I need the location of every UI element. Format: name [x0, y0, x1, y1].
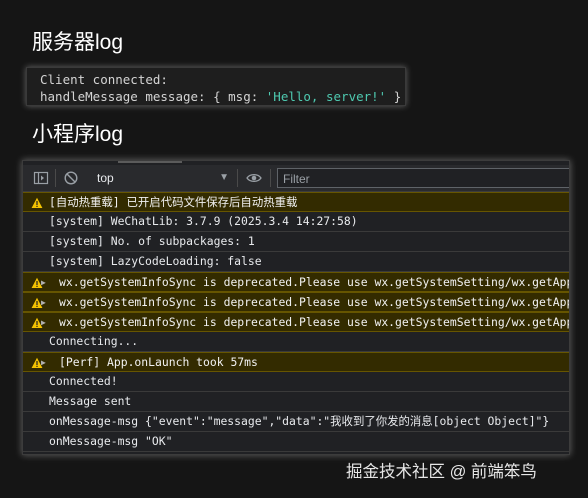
expand-triangle-icon[interactable]: ▶ [41, 313, 46, 332]
console-message-text: wx.getSystemInfoSync is deprecated.Pleas… [59, 315, 570, 329]
console-message-text: onMessage-msg {"event":"message","data":… [49, 414, 550, 428]
devtools-console: top ▼ Filter [自动热重载] 已开启代码文件保存后自动热重载 [sys… [22, 160, 570, 455]
watermark: 掘金技术社区 @ 前端笨鸟 [346, 463, 537, 481]
server-log-line: handleMessage message: { msg: 'Hello, se… [40, 89, 401, 104]
console-message-text: wx.getSystemInfoSync is deprecated.Pleas… [59, 275, 570, 289]
sidebar-toggle-icon[interactable] [33, 170, 49, 186]
console-log-row: Connected! [23, 372, 569, 392]
filter-input[interactable]: Filter [277, 168, 569, 188]
toolbar-divider [237, 169, 238, 187]
console-message-text: wx.getSystemInfoSync is deprecated.Pleas… [59, 295, 570, 309]
server-log-heading: 服务器log [32, 31, 124, 54]
console-message-text: [system] No. of subpackages: 1 [49, 234, 255, 248]
console-log-row: onMessage-msg {"event":"message","data":… [23, 412, 569, 432]
chevron-down-icon: ▼ [219, 172, 229, 183]
expand-triangle-icon[interactable]: ▶ [41, 273, 46, 292]
toolbar-divider [270, 169, 271, 187]
expand-triangle-icon[interactable]: ▶ [41, 293, 46, 312]
console-messages: [自动热重载] 已开启代码文件保存后自动热重载 [system] WeChatLi… [23, 192, 569, 452]
clear-console-icon[interactable] [63, 170, 79, 186]
console-message-text: Connected! [49, 374, 118, 388]
console-toolbar: top ▼ Filter [23, 165, 569, 192]
console-message-text: Connecting... [49, 334, 139, 348]
console-log-row: Connecting... [23, 332, 569, 352]
console-warning-row[interactable]: ▶ wx.getSystemInfoSync is deprecated.Plea… [23, 312, 569, 332]
console-message-text: [Perf] App.onLaunch took 57ms [59, 355, 258, 369]
warning-icon [31, 196, 43, 208]
console-message-text: onMessage-msg "OK" [49, 434, 173, 448]
console-warning-row: [自动热重载] 已开启代码文件保存后自动热重载 [23, 192, 569, 212]
console-log-row: [system] No. of subpackages: 1 [23, 232, 569, 252]
console-message-text: [system] WeChatLib: 3.7.9 (2025.3.4 14:2… [49, 214, 358, 228]
console-log-row: Message sent [23, 392, 569, 412]
console-warning-row[interactable]: ▶ [Perf] App.onLaunch took 57ms [23, 352, 569, 372]
context-selector-value: top [97, 171, 114, 185]
console-log-row: [system] LazyCodeLoading: false [23, 252, 569, 272]
toolbar-divider [55, 169, 56, 187]
log-string-literal: 'Hello, server!' [265, 89, 387, 104]
console-log-row: onMessage-msg "OK" [23, 432, 569, 452]
log-text: } [386, 89, 402, 104]
console-warning-row[interactable]: ▶ wx.getSystemInfoSync is deprecated.Plea… [23, 292, 569, 312]
console-message-text: [system] LazyCodeLoading: false [49, 254, 262, 268]
miniprogram-log-heading: 小程序log [32, 123, 124, 146]
server-terminal-panel: Client connected: handleMessage message:… [26, 67, 406, 106]
console-log-row: [system] WeChatLib: 3.7.9 (2025.3.4 14:2… [23, 212, 569, 232]
console-message-text: [自动热重载] 已开启代码文件保存后自动热重载 [49, 195, 298, 209]
server-log-line: Client connected: [40, 72, 168, 87]
log-text: handleMessage message: { msg: [40, 89, 266, 104]
console-warning-row[interactable]: ▶ wx.getSystemInfoSync is deprecated.Plea… [23, 272, 569, 292]
eye-icon[interactable] [246, 170, 262, 186]
console-message-text: Message sent [49, 394, 132, 408]
expand-triangle-icon[interactable]: ▶ [41, 353, 46, 372]
panel-tab-indicator [118, 161, 182, 163]
context-selector[interactable]: top ▼ [97, 169, 229, 187]
